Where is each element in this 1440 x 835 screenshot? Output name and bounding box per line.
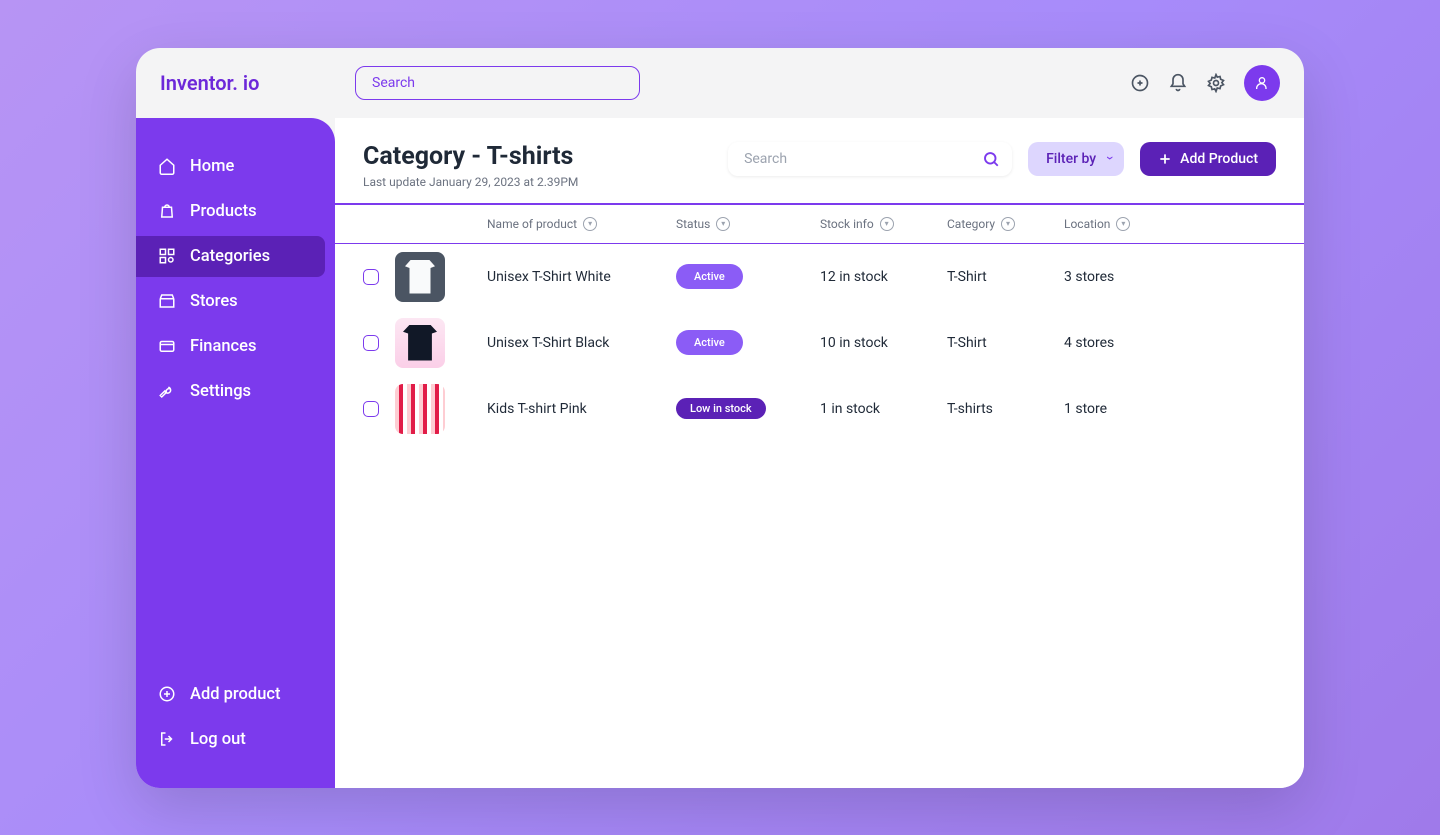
- plus-circle-icon: [158, 685, 176, 703]
- sort-icon[interactable]: ▾: [583, 217, 597, 231]
- nav-logout[interactable]: Log out: [136, 719, 325, 760]
- category-value: T-shirts: [947, 401, 1064, 417]
- row-checkbox[interactable]: [363, 335, 379, 351]
- add-product-label: Add Product: [1180, 151, 1258, 167]
- top-actions: [1130, 65, 1280, 101]
- sort-icon[interactable]: ▾: [1116, 217, 1130, 231]
- nav-label: Categories: [190, 247, 270, 266]
- sidebar: Home Products Categories Stores Finances: [136, 118, 335, 788]
- global-search-input[interactable]: [355, 66, 640, 100]
- plus-icon: [1158, 152, 1172, 166]
- main-content: Category - T-shirts Last update January …: [335, 118, 1304, 788]
- filter-button[interactable]: Filter by: [1028, 142, 1124, 176]
- status-badge: Active: [676, 330, 743, 355]
- user-avatar[interactable]: [1244, 65, 1280, 101]
- product-thumbnail: [395, 318, 445, 368]
- product-name: Kids T-shirt Pink: [487, 401, 676, 417]
- col-stock-label: Stock info: [820, 217, 874, 231]
- table-search-input[interactable]: [728, 142, 1012, 176]
- nav-label: Finances: [190, 337, 257, 356]
- store-icon: [158, 292, 176, 310]
- nav-categories[interactable]: Categories: [136, 236, 325, 277]
- wrench-icon: [158, 382, 176, 400]
- row-checkbox[interactable]: [363, 269, 379, 285]
- sort-icon[interactable]: ▾: [1001, 217, 1015, 231]
- brand-logo: Inventor. io: [160, 71, 335, 95]
- nav-stores[interactable]: Stores: [136, 281, 325, 322]
- sort-icon[interactable]: ▾: [716, 217, 730, 231]
- nav-products[interactable]: Products: [136, 191, 325, 232]
- location-value: 4 stores: [1064, 335, 1276, 351]
- search-icon[interactable]: [982, 150, 1000, 168]
- page-header: Category - T-shirts Last update January …: [335, 118, 1304, 203]
- category-value: T-Shirt: [947, 269, 1064, 285]
- product-thumbnail: [395, 384, 445, 434]
- app-window: Inventor. io Home: [136, 48, 1304, 788]
- stock-info: 1 in stock: [820, 401, 947, 417]
- grid-icon: [158, 247, 176, 265]
- bell-icon[interactable]: [1168, 73, 1188, 93]
- home-icon: [158, 157, 176, 175]
- table-row[interactable]: Kids T-shirt Pink Low in stock 1 in stoc…: [335, 376, 1304, 442]
- location-value: 1 store: [1064, 401, 1276, 417]
- page-title: Category - T-shirts: [363, 142, 578, 171]
- sort-icon[interactable]: ▾: [880, 217, 894, 231]
- nav-label: Home: [190, 157, 234, 176]
- col-category-label: Category: [947, 217, 995, 231]
- nav-label: Log out: [190, 730, 246, 749]
- product-thumbnail: [395, 252, 445, 302]
- nav-add-product[interactable]: Add product: [136, 674, 325, 715]
- category-value: T-Shirt: [947, 335, 1064, 351]
- gear-icon[interactable]: [1206, 73, 1226, 93]
- logout-icon: [158, 730, 176, 748]
- table-search: [728, 142, 1012, 176]
- status-badge: Active: [676, 264, 743, 289]
- wallet-icon: [158, 337, 176, 355]
- row-checkbox[interactable]: [363, 401, 379, 417]
- nav-label: Add product: [190, 685, 280, 704]
- bottom-nav: Add product Log out: [136, 674, 335, 760]
- nav-label: Settings: [190, 382, 251, 401]
- product-name: Unisex T-Shirt Black: [487, 335, 676, 351]
- nav-home[interactable]: Home: [136, 146, 325, 187]
- primary-nav: Home Products Categories Stores Finances: [136, 146, 335, 412]
- chat-icon[interactable]: [1130, 73, 1150, 93]
- title-block: Category - T-shirts Last update January …: [363, 142, 578, 189]
- col-location-label: Location: [1064, 217, 1110, 231]
- app-body: Home Products Categories Stores Finances: [136, 118, 1304, 788]
- stock-info: 12 in stock: [820, 269, 947, 285]
- nav-finances[interactable]: Finances: [136, 326, 325, 367]
- location-value: 3 stores: [1064, 269, 1276, 285]
- table-body: Unisex T-Shirt White Active 12 in stock …: [335, 244, 1304, 442]
- last-update: Last update January 29, 2023 at 2.39PM: [363, 175, 578, 189]
- stock-info: 10 in stock: [820, 335, 947, 351]
- nav-label: Stores: [190, 292, 238, 311]
- product-name: Unisex T-Shirt White: [487, 269, 676, 285]
- nav-label: Products: [190, 202, 257, 221]
- table-header: Name of product ▾ Status ▾ Stock info ▾ Cat…: [335, 205, 1304, 244]
- col-status-label: Status: [676, 217, 710, 231]
- col-name-label: Name of product: [487, 217, 577, 231]
- bag-icon: [158, 202, 176, 220]
- table-row[interactable]: Unisex T-Shirt White Active 12 in stock …: [335, 244, 1304, 310]
- add-product-button[interactable]: Add Product: [1140, 142, 1276, 176]
- topbar: Inventor. io: [136, 48, 1304, 118]
- table-row[interactable]: Unisex T-Shirt Black Active 10 in stock …: [335, 310, 1304, 376]
- status-badge: Low in stock: [676, 398, 766, 419]
- nav-settings[interactable]: Settings: [136, 371, 325, 412]
